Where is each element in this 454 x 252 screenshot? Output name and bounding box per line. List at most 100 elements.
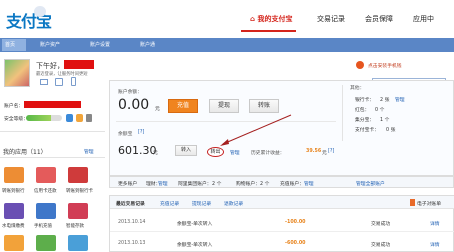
- record-status: 交易成功: [371, 222, 391, 227]
- avatar[interactable]: [4, 59, 30, 87]
- records-panel: 最近交易记录 充值记录 提现记录 退款记录 电子对账单 2013.10.14 余…: [109, 195, 454, 252]
- manage-all-accounts-link[interactable]: 管理全部账户: [356, 180, 385, 187]
- record-status: 交易成功: [371, 243, 391, 248]
- more-accounts-key: 购物账户：: [236, 182, 260, 187]
- history-income-unit: 元: [322, 151, 327, 156]
- credit-card-icon[interactable]: [36, 167, 56, 183]
- others-value: 0 张: [386, 128, 396, 133]
- lock-icon[interactable]: [76, 114, 83, 122]
- phone-icon[interactable]: [71, 77, 76, 86]
- balance-label: 账户余额：: [118, 90, 142, 95]
- account-redacted: [24, 101, 81, 108]
- nav-active-indicator: [241, 30, 296, 32]
- transfer-button[interactable]: 转账: [249, 99, 279, 113]
- transfer-in-button[interactable]: 转入: [175, 145, 197, 156]
- username-redacted: [64, 60, 94, 69]
- app-label: 智能存款: [66, 224, 84, 229]
- withdraw-button[interactable]: 提现: [209, 99, 239, 113]
- my-apps-manage-link[interactable]: 管理: [84, 148, 94, 155]
- balance-unit: 元: [155, 107, 160, 112]
- my-apps-panel: 我的应用（11） 管理 转账到银行 信用卡还款 转账到银行卡 水电煤缴费 手机充…: [0, 143, 105, 252]
- utility-icon[interactable]: [4, 203, 24, 219]
- record-detail-link[interactable]: 详情: [430, 241, 440, 248]
- electronic-statement-link[interactable]: 电子对账单: [417, 200, 441, 207]
- app-label: 水电煤缴费: [2, 224, 25, 229]
- app-label: 转账到银行: [2, 189, 25, 194]
- logo-badge: [34, 6, 46, 17]
- history-income-value: 39.56: [306, 149, 322, 154]
- mail-icon[interactable]: [40, 79, 48, 85]
- others-key: 集分宝：: [355, 118, 375, 123]
- greeting-text: 下午好，: [36, 62, 64, 70]
- more-accounts-value: 2 个: [260, 182, 270, 187]
- id-card-icon[interactable]: [55, 78, 63, 86]
- yuebao-value: 601.30: [118, 144, 157, 157]
- nav-membership[interactable]: 会员保障: [365, 14, 393, 24]
- others-label: 其他：: [350, 86, 365, 91]
- security-label: 安全等级：: [4, 117, 28, 122]
- app-icon[interactable]: [68, 235, 88, 251]
- app-icon[interactable]: [4, 235, 24, 251]
- subnav-account-assets[interactable]: 账户资产: [40, 41, 60, 48]
- annotation-arrow: [220, 114, 292, 146]
- phone-bind-icon[interactable]: [86, 114, 92, 122]
- tab-recharge-records[interactable]: 充值记录: [160, 200, 179, 207]
- nav-transactions[interactable]: 交易记录: [317, 14, 345, 24]
- app-icon[interactable]: [36, 235, 56, 251]
- bank-card-icon[interactable]: [68, 167, 88, 183]
- others-value: 0 个: [375, 108, 385, 113]
- more-accounts-key: 充值账户：: [280, 182, 304, 187]
- tab-refund-records[interactable]: 退款记录: [224, 200, 243, 207]
- yuebao-unit: 元: [153, 151, 158, 156]
- more-accounts-key: 阿里集团账户：: [178, 182, 212, 187]
- nav-my-alipay[interactable]: ⌂ 我的支付宝: [250, 14, 292, 24]
- record-amount: -100.00: [285, 220, 306, 225]
- record-detail-link[interactable]: 详情: [430, 220, 440, 227]
- promo-text: 点击安装手机钱: [368, 64, 402, 69]
- nav-apps[interactable]: 应用中: [413, 14, 434, 24]
- record-description: 余额宝-单次转入: [177, 222, 213, 227]
- more-accounts-value[interactable]: 管理: [304, 180, 314, 187]
- security-level-bar: [26, 115, 62, 121]
- others-value: 2 张: [380, 98, 390, 103]
- divider: [0, 157, 105, 158]
- app-label: 信用卡还款: [34, 189, 57, 194]
- more-accounts-bar: 更多账户 理财： 管理 阿里集团账户： 2 个 购物账户： 2 个 充值账户： …: [109, 176, 454, 188]
- bank-card-manage-link[interactable]: 管理: [395, 96, 405, 103]
- yuebao-manage-link[interactable]: 管理: [230, 149, 240, 156]
- yuebao-info-link[interactable]: [?]: [138, 130, 144, 135]
- others-key: 支付宝卡：: [355, 128, 379, 133]
- history-info-link[interactable]: [?]: [328, 149, 334, 154]
- info-icon: [356, 61, 364, 69]
- recharge-button[interactable]: 充值: [168, 99, 198, 113]
- balance-value: 0.00: [118, 97, 150, 113]
- record-description: 余额宝-单次转入: [177, 243, 213, 248]
- tab-recent-transactions[interactable]: 最近交易记录: [116, 200, 145, 207]
- subnav-home[interactable]: 首页: [2, 39, 26, 51]
- more-accounts-value: 2 个: [212, 182, 222, 187]
- transfer-icon[interactable]: [4, 167, 24, 183]
- divider: [110, 231, 454, 232]
- others-key: 红包：: [355, 108, 370, 113]
- divider: [342, 85, 343, 141]
- deposit-icon[interactable]: [68, 203, 88, 219]
- record-amount: -600.00: [285, 241, 306, 246]
- more-accounts-value[interactable]: 管理: [158, 180, 168, 187]
- promo-banner[interactable]: 点击安装手机钱: [352, 57, 454, 74]
- app-label: 转账到银行卡: [66, 189, 93, 194]
- others-value: 1 个: [380, 118, 390, 123]
- shield-icon[interactable]: [66, 114, 73, 122]
- app-label: 手机充值: [34, 224, 52, 229]
- top-bar: 支付宝 ⌂ 我的支付宝 交易记录 会员保障 应用中: [0, 0, 454, 38]
- history-income-label: 历史累计收益：: [251, 151, 285, 156]
- record-date: 2013.10.14: [118, 220, 146, 225]
- yuebao-label: 余额宝: [118, 132, 133, 137]
- mobile-topup-icon[interactable]: [36, 203, 56, 219]
- document-icon: [410, 199, 415, 206]
- subnav-account-settings[interactable]: 账户设置: [90, 41, 110, 48]
- last-login-text: 最近登录，让服务时间更短: [36, 72, 88, 77]
- balance-panel: 账户余额： 0.00 元 充值 提现 转账 其他： 银行卡： 2 张 管理 红包…: [109, 80, 454, 176]
- my-apps-title: 我的应用（11）: [3, 149, 47, 156]
- tab-withdraw-records[interactable]: 提现记录: [192, 200, 211, 207]
- subnav-account-open[interactable]: 账户通: [140, 41, 155, 48]
